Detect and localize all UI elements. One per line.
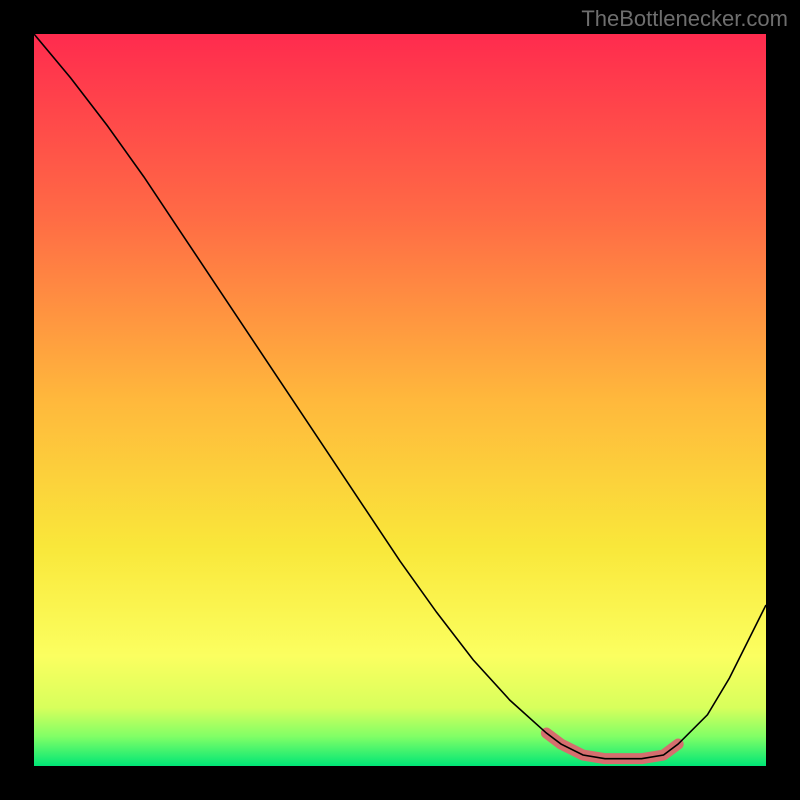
chart-plot-area xyxy=(34,34,766,766)
curve-layer xyxy=(34,34,766,766)
bottleneck-curve xyxy=(34,34,766,759)
watermark-text: TheBottlenecker.com xyxy=(581,6,788,32)
